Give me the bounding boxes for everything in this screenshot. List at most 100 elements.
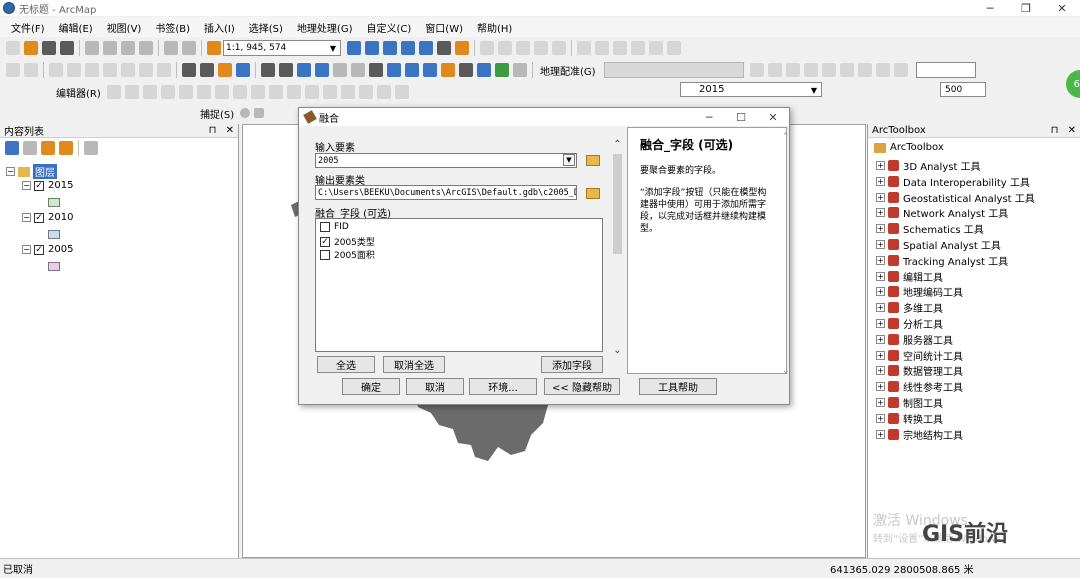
expand-icon[interactable]: + bbox=[876, 413, 885, 423]
toolbox-item[interactable]: + 多维工具 bbox=[876, 300, 943, 315]
toolbox-item[interactable]: + 宗地结构工具 bbox=[876, 427, 963, 442]
clear-all-button[interactable]: 取消全选 bbox=[383, 356, 445, 373]
point-snap-icon[interactable] bbox=[240, 108, 251, 118]
environments-button[interactable]: 环境... bbox=[469, 378, 537, 395]
collapse-icon[interactable]: − bbox=[22, 213, 31, 222]
toolbox-item[interactable]: + 服务器工具 bbox=[876, 332, 953, 347]
new-icon[interactable] bbox=[6, 41, 20, 55]
collapse-icon[interactable]: − bbox=[22, 245, 31, 254]
expand-icon[interactable]: + bbox=[876, 287, 885, 297]
open-icon[interactable] bbox=[24, 41, 38, 55]
delete-icon[interactable] bbox=[139, 41, 153, 55]
modelbuilder-icon[interactable] bbox=[455, 41, 469, 55]
toolbox-item[interactable]: + Network Analyst 工具 bbox=[876, 205, 1008, 220]
toolbox-item[interactable]: + 线性参考工具 bbox=[876, 379, 963, 394]
menu-edit[interactable]: 编辑(E) bbox=[52, 20, 100, 35]
save-icon[interactable] bbox=[42, 41, 56, 55]
field-checkbox[interactable] bbox=[320, 249, 330, 260]
expand-icon[interactable]: + bbox=[876, 161, 885, 170]
toolbox-item[interactable]: + Tracking Analyst 工具 bbox=[876, 253, 1008, 268]
toolbar-text-box[interactable] bbox=[915, 62, 976, 78]
undo-icon[interactable] bbox=[164, 41, 178, 55]
input-features-combo[interactable]: 2005 bbox=[315, 153, 577, 168]
chevron-down-icon[interactable]: ▼ bbox=[808, 84, 820, 96]
collapse-icon[interactable]: − bbox=[6, 167, 15, 176]
field-checkbox[interactable] bbox=[320, 222, 330, 232]
pin-icon[interactable]: ⊓ bbox=[1051, 125, 1059, 136]
chevron-down-icon[interactable]: ▼ bbox=[327, 42, 339, 54]
select-elements-icon[interactable] bbox=[369, 63, 383, 77]
dialog-minimize-button[interactable]: ─ bbox=[693, 108, 725, 126]
layer-visibility-checkbox[interactable]: ✓ bbox=[34, 244, 44, 255]
copy-icon[interactable] bbox=[103, 41, 117, 55]
number-spinner[interactable]: 500 bbox=[940, 82, 986, 97]
catalog-window-icon[interactable] bbox=[383, 41, 397, 55]
html-popup-icon[interactable] bbox=[423, 63, 437, 77]
hide-help-button[interactable]: << 隐藏帮助 bbox=[544, 378, 620, 395]
collapse-icon[interactable]: − bbox=[22, 181, 31, 190]
goto-xy-icon[interactable] bbox=[495, 63, 509, 77]
menu-view[interactable]: 视图(V) bbox=[100, 20, 149, 35]
list-by-drawing-order-icon[interactable] bbox=[5, 141, 19, 155]
dialog-close-button[interactable]: ✕ bbox=[757, 108, 789, 126]
toolbox-item[interactable]: + 转换工具 bbox=[876, 411, 943, 426]
select-features-icon[interactable] bbox=[333, 63, 347, 77]
field-row-2005-type[interactable]: ✓ 2005类型 bbox=[320, 235, 375, 248]
chevron-down-icon[interactable]: ▼ bbox=[563, 154, 575, 166]
expand-icon[interactable]: + bbox=[876, 334, 885, 344]
menu-insert[interactable]: 插入(I) bbox=[197, 20, 242, 35]
menu-bookmarks[interactable]: 书签(B) bbox=[148, 20, 197, 35]
full-extent-icon[interactable] bbox=[236, 63, 250, 77]
map-scale-combo[interactable]: 1:1, 945, 574 ▼ bbox=[223, 40, 341, 56]
field-checkbox[interactable]: ✓ bbox=[320, 236, 330, 247]
expand-icon[interactable]: + bbox=[876, 366, 885, 376]
toolbox-item[interactable]: + Data Interoperability 工具 bbox=[876, 174, 1030, 189]
clear-selection-icon[interactable] bbox=[351, 63, 365, 77]
expand-icon[interactable]: + bbox=[876, 208, 885, 218]
toc-layer-2005[interactable]: − ✓ 2005 bbox=[22, 244, 73, 255]
list-by-selection-icon[interactable] bbox=[59, 141, 73, 155]
georeferencing-menu[interactable]: 地理配准(G) bbox=[540, 63, 596, 78]
end-snap-icon[interactable] bbox=[254, 108, 265, 118]
python-window-icon[interactable] bbox=[437, 41, 451, 55]
toc-window-icon[interactable] bbox=[365, 41, 379, 55]
identify-icon[interactable] bbox=[387, 63, 401, 77]
editor-toolbar-icon[interactable] bbox=[347, 41, 361, 55]
toolbox-item[interactable]: + 制图工具 bbox=[876, 395, 943, 410]
select-all-button[interactable]: 全选 bbox=[317, 356, 375, 373]
find-route-icon[interactable] bbox=[477, 63, 491, 77]
dialog-titlebar[interactable]: 融合 ─ ☐ ✕ bbox=[299, 108, 789, 126]
pan-icon[interactable] bbox=[218, 63, 232, 77]
expand-icon[interactable]: + bbox=[876, 398, 885, 407]
output-feature-class-field[interactable]: C:\Users\BEEKU\Documents\ArcGIS\Default.… bbox=[315, 185, 577, 200]
hyperlink-icon[interactable] bbox=[405, 63, 419, 77]
print-icon[interactable] bbox=[60, 41, 74, 55]
add-data-icon[interactable] bbox=[207, 41, 221, 55]
search-window-icon[interactable] bbox=[401, 41, 415, 55]
close-icon[interactable]: ✕ bbox=[1068, 125, 1076, 136]
expand-icon[interactable]: + bbox=[876, 382, 885, 392]
arctoolbox-window-icon[interactable] bbox=[419, 41, 433, 55]
toc-root-layers[interactable]: − 图层 bbox=[6, 164, 57, 179]
expand-icon[interactable]: + bbox=[876, 429, 885, 439]
menu-selection[interactable]: 选择(S) bbox=[242, 20, 290, 35]
scroll-down-icon[interactable]: ⌄ bbox=[782, 366, 790, 376]
toolbox-item[interactable]: + Schematics 工具 bbox=[876, 221, 984, 236]
fixed-zoom-in-icon[interactable] bbox=[261, 63, 275, 77]
toolbox-item[interactable]: + 地理编码工具 bbox=[876, 284, 963, 299]
time-slider-icon[interactable] bbox=[513, 63, 527, 77]
expand-icon[interactable]: + bbox=[876, 319, 885, 328]
toolbox-item[interactable]: + Geostatistical Analyst 工具 bbox=[876, 190, 1035, 205]
scroll-thumb[interactable] bbox=[613, 154, 622, 254]
add-field-button[interactable]: 添加字段 bbox=[541, 356, 603, 373]
maximize-button[interactable]: ❐ bbox=[1008, 0, 1044, 16]
cut-icon[interactable] bbox=[85, 41, 99, 55]
layer-symbol-swatch[interactable] bbox=[48, 262, 60, 271]
list-by-visibility-icon[interactable] bbox=[41, 141, 55, 155]
toolbox-item[interactable]: + Spatial Analyst 工具 bbox=[876, 237, 1001, 252]
redo-icon[interactable] bbox=[182, 41, 196, 55]
toolbox-item[interactable]: +3D Analyst 工具 bbox=[876, 158, 981, 173]
toolbox-item[interactable]: + 数据管理工具 bbox=[876, 363, 963, 378]
dialog-scrollbar[interactable]: ⌃ ⌄ bbox=[611, 138, 624, 360]
back-icon[interactable] bbox=[297, 63, 311, 77]
